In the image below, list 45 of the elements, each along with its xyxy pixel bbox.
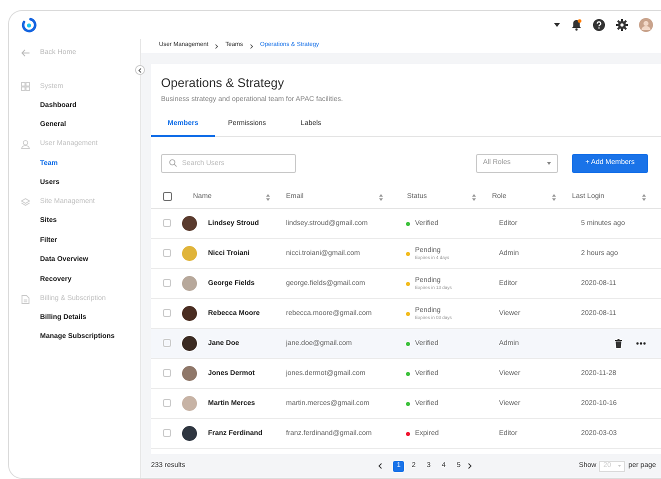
caret-down-icon [547,162,551,165]
more-icon[interactable] [636,342,646,346]
person-icon [21,140,30,150]
row-checkbox[interactable] [163,399,171,408]
sort-icon[interactable] [472,194,476,201]
sort-icon[interactable] [266,194,270,201]
select-all-checkbox[interactable] [163,192,172,202]
row-checkbox[interactable] [163,369,171,378]
grid-icon [21,82,30,92]
avatar-circle [182,336,197,352]
chevron-left-icon [138,68,142,72]
avatar-circle [182,246,197,262]
avatar-icon[interactable] [639,18,653,32]
collapse-button[interactable] [135,65,145,75]
chevron-right-icon [250,44,254,48]
trash-icon[interactable] [615,339,622,348]
row-checkbox[interactable] [163,309,171,318]
back-arrow-icon[interactable] [21,49,30,58]
caret-down-icon[interactable] [554,23,560,27]
help-icon[interactable] [593,19,605,31]
page-title: Operations & Strategy [161,76,285,91]
sort-icon[interactable] [552,194,556,201]
chevron-right-icon [215,44,218,48]
logo-icon [21,17,37,33]
avatar-circle [182,216,197,232]
settings-icon[interactable] [616,19,628,31]
avatar-circle [182,396,197,412]
row-checkbox[interactable] [163,279,171,288]
sort-icon[interactable] [379,194,383,201]
search-icon [169,159,177,168]
avatar-circle [182,276,197,292]
sort-icon[interactable] [642,194,646,201]
row-checkbox[interactable] [163,339,171,348]
avatar-circle [182,306,197,322]
chevron-left-icon [378,463,382,469]
row-checkbox[interactable] [163,219,171,228]
avatar-circle [182,426,197,442]
chevron-right-icon [468,463,472,469]
document-icon [21,294,30,304]
layers-icon [21,198,30,207]
avatar-circle [182,366,197,382]
bell-icon[interactable] [571,19,582,31]
caret-down-icon [618,465,622,467]
row-checkbox[interactable] [163,249,171,258]
row-checkbox[interactable] [163,429,171,438]
